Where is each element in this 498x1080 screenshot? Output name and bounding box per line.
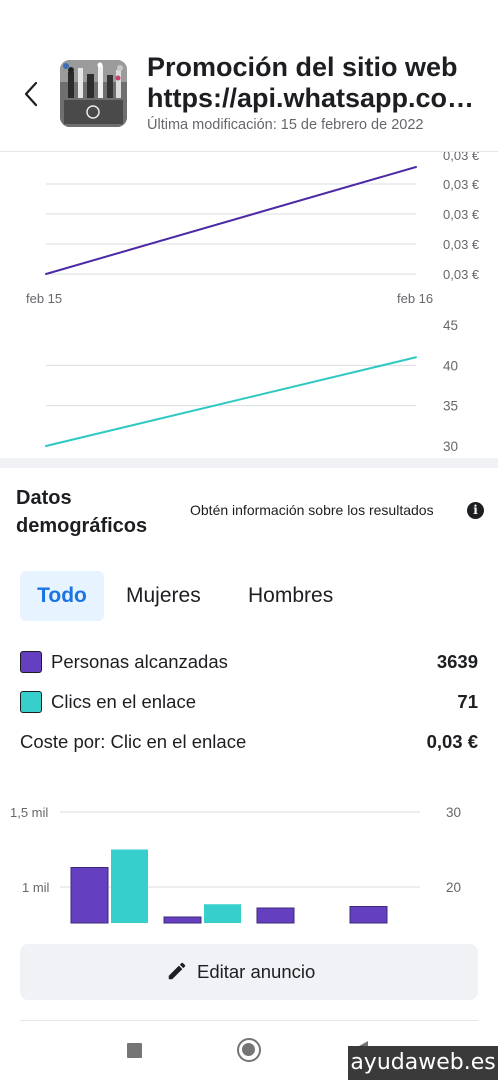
bar-right-tick: 30 (446, 805, 461, 820)
back-button[interactable] (18, 78, 46, 110)
bar-reach (70, 867, 109, 924)
pencil-icon (168, 962, 186, 980)
tab-all[interactable]: Todo (20, 571, 104, 621)
clicks-chart: 45 40 35 30 (45, 318, 458, 454)
cost-y-tick: 0,03 € (443, 177, 480, 192)
clicks-series-line (45, 356, 417, 447)
clicks-y-tick: 35 (443, 399, 458, 414)
campaign-title-line1: Promoción del sitio web (147, 52, 458, 82)
bar-clicks (111, 849, 148, 923)
reach-swatch (20, 651, 42, 673)
cost-y-tick: 0,03 € (443, 267, 480, 282)
header: Promoción del sitio web https://api.what… (0, 0, 498, 152)
bar-left-tick: 1,5 mil (10, 805, 48, 820)
ad-image (60, 60, 127, 127)
watermark: ayudaweb.es (348, 1046, 498, 1080)
clicks-y-tick: 30 (443, 439, 458, 454)
line-charts-svg: 0,03 € 0,03 € 0,03 € 0,03 € 0,03 € feb 15 feb … (26, 148, 480, 454)
tab-men[interactable]: Hombres (248, 571, 333, 621)
line-charts: 0,03 € 0,03 € 0,03 € 0,03 € 0,03 € feb 15 feb … (0, 148, 498, 458)
cost-x-tick: feb 16 (397, 291, 433, 306)
bar-clicks (204, 904, 241, 923)
metric-row-cost: Coste por: Clic en el enlace 0,03 € (20, 728, 478, 758)
bar-left-tick: 1 mil (22, 880, 50, 895)
recents-square-icon[interactable] (127, 1043, 142, 1058)
bar-chart-svg: 1,5 mil 30 1 mil 20 (10, 805, 461, 924)
edit-ad-label: Editar anuncio (197, 961, 316, 982)
edit-ad-button[interactable]: Editar anuncio (20, 944, 478, 1000)
demographics-bar-chart: 1,5 mil 30 1 mil 20 (0, 795, 498, 930)
results-info-link[interactable]: Obtén información sobre los resultados (190, 502, 434, 518)
demographics-title: Datos demográficos (16, 484, 176, 540)
info-icon[interactable]: i (467, 502, 484, 519)
clicks-label: Clics en el enlace (51, 691, 196, 712)
bar-reach (349, 906, 388, 924)
cost-x-tick: feb 15 (26, 291, 62, 306)
cost-series-line (45, 166, 417, 275)
demographics-title-text: Datos demográficos (16, 487, 148, 537)
clicks-value: 71 (457, 691, 478, 712)
clicks-y-tick: 40 (443, 358, 458, 373)
section-divider (0, 458, 498, 468)
cost-value: 0,03 € (426, 731, 478, 752)
last-modified-text: Última modificación: 15 de febrero de 20… (147, 117, 424, 133)
reach-value: 3639 (436, 651, 478, 672)
cost-label: Coste por: Clic en el enlace (20, 731, 247, 752)
cost-y-tick: 0,03 € (443, 207, 480, 222)
tab-women[interactable]: Mujeres (126, 571, 201, 621)
clicks-y-tick: 45 (443, 318, 458, 333)
ad-thumbnail[interactable] (60, 60, 127, 127)
home-circle-icon[interactable] (237, 1038, 261, 1062)
metric-row-reach: Personas alcanzadas 3639 (20, 648, 478, 678)
clicks-swatch (20, 691, 42, 713)
cost-y-tick: 0,03 € (443, 237, 480, 252)
campaign-title-line2: https://api.whatsapp.co… (147, 83, 475, 113)
chevron-left-icon (24, 81, 38, 107)
cost-y-tick: 0,03 € (443, 152, 480, 163)
bar-reach (163, 916, 202, 924)
cost-per-click-chart: 0,03 € 0,03 € 0,03 € 0,03 € 0,03 € feb 15 feb … (26, 148, 480, 306)
bar-right-tick: 20 (446, 880, 461, 895)
metric-row-clicks: Clics en el enlace 71 (20, 688, 478, 718)
bottom-divider (20, 1020, 478, 1021)
reach-label: Personas alcanzadas (51, 651, 228, 672)
bar-reach (256, 907, 295, 924)
